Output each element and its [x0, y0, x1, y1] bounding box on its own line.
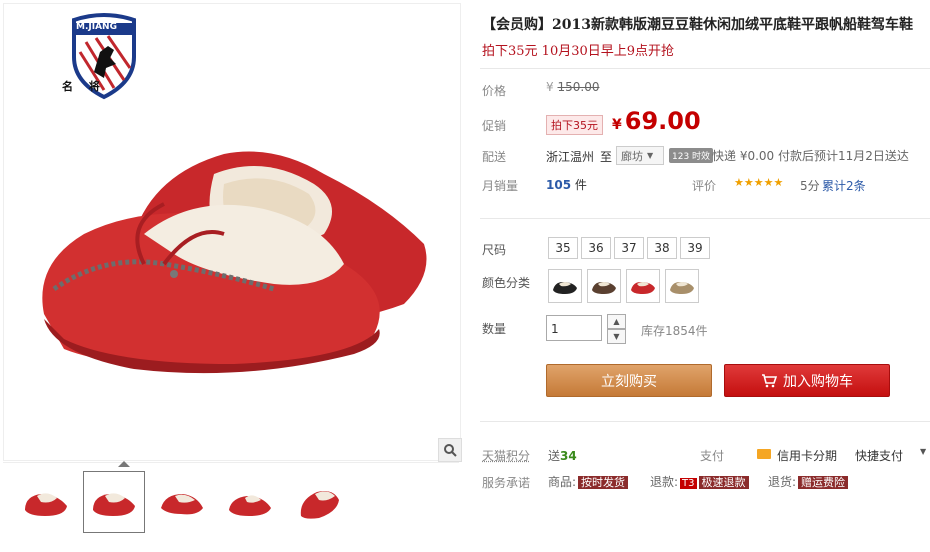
thumbnail-strip	[3, 461, 459, 551]
logo-text: M.JIANG	[76, 22, 117, 32]
zoom-button[interactable]	[438, 438, 462, 462]
selected-thumb-arrow	[118, 461, 130, 467]
rating-stars: ★★★★★	[734, 176, 784, 189]
promo-price: ¥69.00	[612, 107, 701, 135]
size-option-37[interactable]: 37	[614, 237, 644, 259]
thumbnail-1[interactable]	[15, 471, 77, 533]
thumbnail-4[interactable]	[219, 471, 281, 533]
city-dropdown[interactable]: 廊坊 ▼	[616, 146, 664, 165]
rating-score: 5分	[800, 179, 820, 193]
t3-badge: T3	[680, 478, 697, 489]
orig-price-label: 价格	[482, 84, 507, 98]
delivery-from: 浙江温州	[546, 150, 595, 164]
sales-label: 月销量	[482, 179, 519, 193]
add-to-cart-button[interactable]: 加入购物车	[724, 364, 890, 397]
sales-count-value: 105	[546, 178, 572, 192]
chevron-up-icon: ▲	[613, 317, 620, 326]
shoe-swatch-icon	[670, 282, 694, 294]
shipping-insurance-badge[interactable]: 赠运费险	[798, 476, 849, 489]
quantity-label: 数量	[482, 322, 507, 336]
sales-unit: 件	[574, 178, 587, 192]
chevron-down-icon: ▼	[613, 332, 620, 341]
original-price-value: 150.00	[557, 80, 600, 94]
product-title: 【会员购】2013新款韩版潮豆豆鞋休闲加绒平底鞋平跟帆船鞋驾车鞋	[482, 17, 913, 33]
thumb-shoe-icon	[300, 491, 339, 519]
points-value: 送34	[548, 447, 577, 464]
logo-cn: 名 将	[62, 80, 106, 93]
credit-card-icon	[757, 449, 771, 459]
delivery-detail: 快递 ¥0.00 付款后预计11月2日送达	[712, 149, 909, 163]
service-refund: 退款: T3 极速退款	[650, 473, 749, 490]
shoe-swatch-icon	[631, 282, 655, 294]
thumbnail-2[interactable]	[83, 471, 145, 533]
color-swatch-khaki[interactable]	[665, 269, 699, 303]
quantity-decrease-button[interactable]: ▼	[607, 329, 626, 344]
on-time-ship-badge[interactable]: 按时发货	[578, 476, 629, 489]
service-goods: 商品: 按时发货	[548, 473, 629, 490]
city-value: 廊坊	[621, 149, 643, 163]
payment-label: 支付	[700, 449, 725, 463]
service-label: 服务承诺	[482, 476, 531, 490]
promo-price-value: 69.00	[624, 107, 701, 135]
size-option-38[interactable]: 38	[647, 237, 677, 259]
chevron-down-icon: ▼	[647, 151, 654, 160]
size-option-39[interactable]: 39	[680, 237, 710, 259]
timeliness-badge: 123 时效	[669, 148, 714, 163]
currency-symbol: ¥	[612, 117, 622, 133]
points-label[interactable]: 天猫积分	[482, 447, 530, 464]
rating-label: 评价	[692, 179, 717, 193]
shoe-image	[42, 151, 427, 374]
size-option-35[interactable]: 35	[548, 237, 578, 259]
buy-now-button[interactable]: 立刻购买	[546, 364, 712, 397]
product-subtitle: 拍下35元 10月30日早上9点开抢	[482, 44, 675, 59]
divider	[480, 421, 930, 422]
stock-count: 库存1854件	[641, 324, 708, 338]
sales-count: 105 件	[546, 176, 587, 193]
main-product-image[interactable]: M.JIANG 名 将	[3, 3, 461, 461]
delivery-to-word: 至	[600, 150, 613, 164]
color-swatch-brown[interactable]	[587, 269, 621, 303]
shoe-swatch-icon	[553, 282, 577, 294]
color-label: 颜色分类	[482, 276, 531, 290]
color-swatch-red[interactable]	[626, 269, 660, 303]
points-prefix: 送	[548, 449, 561, 463]
thumb-shoe-icon	[25, 493, 67, 516]
cart-button-label: 加入购物车	[783, 373, 853, 390]
color-swatch-black[interactable]	[548, 269, 582, 303]
goods-prefix: 商品:	[548, 475, 577, 489]
cart-icon	[762, 373, 777, 387]
refund-prefix: 退款:	[650, 475, 679, 489]
quick-pay-link[interactable]: 快捷支付	[855, 447, 903, 464]
quantity-input[interactable]: 1	[546, 315, 602, 341]
divider	[480, 68, 930, 69]
original-price: ¥ 150.00	[546, 80, 599, 94]
divider	[480, 218, 930, 219]
points-number: 34	[560, 449, 577, 463]
size-option-36[interactable]: 36	[581, 237, 611, 259]
chevron-down-icon[interactable]: ▼	[920, 447, 926, 456]
thumbnail-3[interactable]	[151, 471, 213, 533]
quantity-increase-button[interactable]: ▲	[607, 314, 626, 329]
return-prefix: 退货:	[768, 475, 797, 489]
fast-refund-badge[interactable]: 极速退款	[698, 476, 749, 489]
review-count-link[interactable]: 累计2条	[822, 177, 866, 194]
product-gallery: M.JIANG 名 将	[0, 0, 462, 552]
thumb-shoe-icon	[161, 494, 203, 515]
promo-badge: 拍下35元	[546, 115, 603, 135]
service-return: 退货: 赠运费险	[768, 473, 849, 490]
thumbnail-5[interactable]	[287, 471, 349, 533]
size-label: 尺码	[482, 243, 507, 257]
credit-installment-link[interactable]: 信用卡分期	[777, 447, 837, 464]
magnifier-icon	[444, 444, 457, 457]
currency-symbol: ¥	[546, 80, 554, 94]
promo-label: 促销	[482, 119, 507, 133]
thumb-shoe-icon	[229, 495, 271, 516]
thumb-shoe-icon	[93, 493, 135, 516]
delivery-label: 配送	[482, 150, 507, 164]
shoe-swatch-icon	[592, 282, 616, 294]
